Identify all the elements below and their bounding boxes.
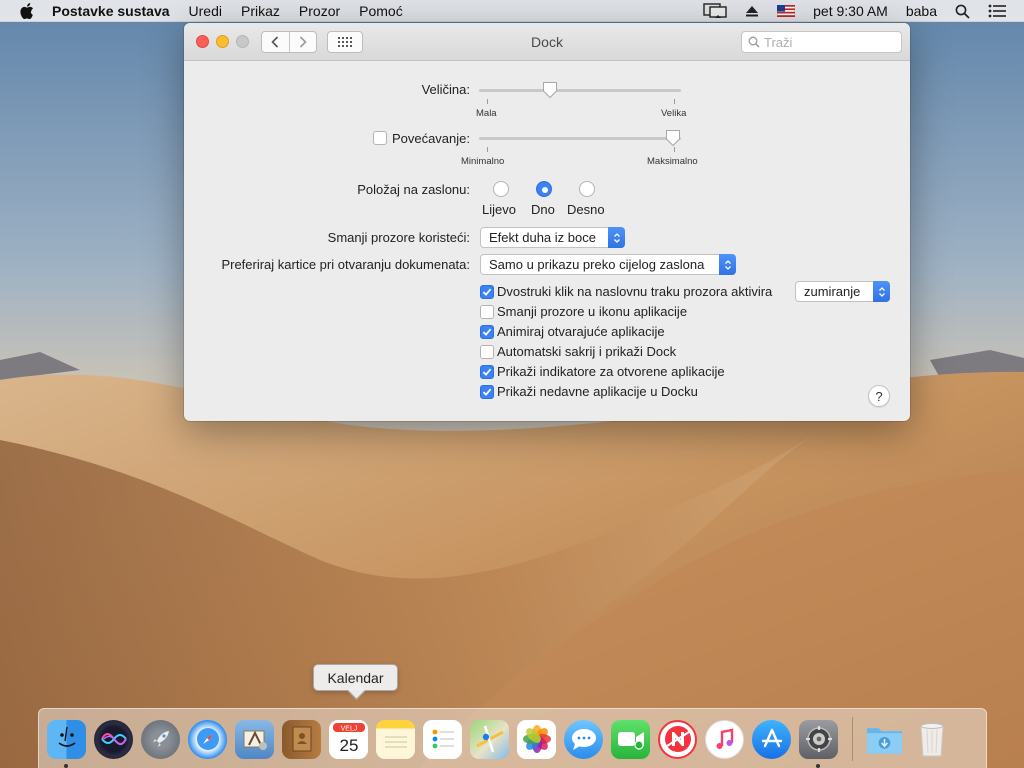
- mail-icon[interactable]: [235, 719, 274, 759]
- option-label: Dvostruki klik na naslovnu traku prozora…: [497, 284, 773, 299]
- size-label: Veličina:: [421, 82, 470, 97]
- option-checkbox[interactable]: [480, 365, 494, 379]
- option-label: Smanji prozore u ikonu aplikacije: [497, 304, 688, 319]
- checkmark-icon: [482, 388, 492, 396]
- help-button[interactable]: ?: [868, 385, 890, 407]
- menu-help[interactable]: Pomoć: [359, 3, 403, 19]
- magnification-max-label: Maksimalno: [647, 156, 698, 167]
- notes-icon[interactable]: [376, 719, 415, 759]
- app-store-icon[interactable]: [752, 719, 791, 759]
- magnification-label: Povećavanje:: [391, 131, 470, 146]
- apple-menu-icon[interactable]: [20, 2, 38, 19]
- checkmark-icon: [482, 328, 492, 336]
- position-bottom-label: Dno: [531, 202, 555, 217]
- launchpad-icon[interactable]: [141, 719, 180, 759]
- spotlight-search-icon[interactable]: [955, 4, 970, 19]
- running-indicator: [816, 763, 820, 768]
- search-input[interactable]: [764, 34, 894, 50]
- popup-arrows-icon: [873, 281, 890, 302]
- double-click-action-value: zumiranje: [804, 284, 861, 299]
- position-right-radio[interactable]: [579, 181, 595, 197]
- size-slider-thumb[interactable]: [542, 81, 558, 99]
- siri-icon[interactable]: [94, 719, 133, 759]
- eject-icon[interactable]: [745, 4, 759, 18]
- input-source-flag-icon[interactable]: [777, 5, 796, 17]
- menu-edit[interactable]: Uredi: [189, 3, 222, 19]
- magnification-min-label: Minimalno: [461, 156, 505, 167]
- running-indicator: [64, 763, 68, 768]
- user-name[interactable]: baba: [906, 3, 937, 19]
- popup-arrows-icon: [608, 227, 625, 248]
- prefer-tabs-popup[interactable]: Samo u prikazu preko cijelog zaslona: [480, 254, 736, 275]
- prefer-tabs-value: Samo u prikazu preko cijelog zaslona: [489, 257, 705, 272]
- position-right-label: Desno: [567, 202, 605, 217]
- calendar-month-text: VELJ: [340, 726, 357, 733]
- search-icon: [748, 36, 760, 48]
- option-checkbox[interactable]: [480, 345, 494, 359]
- position-left-label: Lijevo: [482, 202, 516, 217]
- downloads-folder-icon[interactable]: [865, 720, 904, 759]
- position-bottom-radio[interactable]: [536, 181, 552, 197]
- trash-icon[interactable]: [912, 720, 951, 759]
- dock-preferences-window: Dock Veličina: Mala Velika Povećavanje: …: [184, 23, 910, 421]
- option-checkbox[interactable]: [480, 325, 494, 339]
- minimize-effect-value: Efekt duha iz boce: [489, 230, 596, 245]
- airplay-display-icon[interactable]: [703, 3, 727, 19]
- menu-bar: Postavke sustava Uredi Prikaz Prozor Pom…: [0, 0, 1024, 22]
- magnification-tick-max: [674, 147, 675, 152]
- contacts-icon[interactable]: [282, 719, 321, 759]
- window-titlebar[interactable]: Dock: [184, 23, 910, 61]
- system-preferences-icon[interactable]: [799, 719, 838, 768]
- magnification-tick-min: [487, 147, 488, 152]
- messages-icon[interactable]: [564, 719, 603, 759]
- popup-arrows-icon: [719, 254, 736, 275]
- option-checkbox[interactable]: [480, 305, 494, 319]
- size-tick-max: [674, 99, 675, 104]
- size-slider-track[interactable]: [479, 89, 681, 92]
- minimize-effect-label: Smanji prozore koristeći:: [327, 230, 470, 245]
- music-icon[interactable]: [705, 719, 744, 759]
- position-label: Položaj na zaslonu:: [357, 182, 470, 197]
- dock-separator: [852, 717, 853, 761]
- double-click-action-popup[interactable]: zumiranje: [795, 281, 890, 302]
- option-label: Animiraj otvarajuće aplikacije: [497, 324, 665, 339]
- maps-icon[interactable]: [470, 719, 509, 759]
- menu-app-name[interactable]: Postavke sustava: [52, 3, 170, 19]
- size-min-label: Mala: [476, 108, 497, 119]
- checkmark-icon: [482, 288, 492, 296]
- facetime-icon[interactable]: [611, 719, 650, 759]
- option-label: Prikaži indikatore za otvorene aplikacij…: [497, 364, 725, 379]
- position-left-radio[interactable]: [493, 181, 509, 197]
- size-tick-min: [487, 99, 488, 104]
- size-max-label: Velika: [661, 108, 687, 119]
- calendar-icon[interactable]: VELJ 25: [329, 719, 368, 759]
- prefer-tabs-label: Preferiraj kartice pri otvaranju dokumen…: [221, 257, 470, 272]
- search-field[interactable]: [741, 31, 902, 53]
- option-checkbox[interactable]: [480, 385, 494, 399]
- option-checkbox[interactable]: [480, 285, 494, 299]
- option-label: Prikaži nedavne aplikacije u Docku: [497, 384, 698, 399]
- notification-center-icon[interactable]: [988, 4, 1006, 18]
- option-label: Automatski sakrij i prikaži Dock: [497, 344, 677, 359]
- news-icon[interactable]: [658, 719, 697, 759]
- reminders-icon[interactable]: [423, 719, 462, 759]
- dock-tooltip: Kalendar: [313, 664, 398, 691]
- checkmark-icon: [482, 368, 492, 376]
- magnification-slider-track[interactable]: [479, 137, 681, 140]
- menu-window[interactable]: Prozor: [299, 3, 340, 19]
- dock: VELJ 25: [38, 708, 987, 768]
- photos-icon[interactable]: [517, 719, 556, 759]
- minimize-effect-popup[interactable]: Efekt duha iz boce: [480, 227, 625, 248]
- safari-icon[interactable]: [188, 719, 227, 759]
- calendar-day-text: 25: [339, 736, 358, 755]
- finder-icon[interactable]: [47, 719, 86, 768]
- magnification-checkbox[interactable]: [373, 131, 387, 145]
- menu-view[interactable]: Prikaz: [241, 3, 280, 19]
- magnification-slider-thumb[interactable]: [665, 129, 681, 147]
- clock[interactable]: pet 9:30 AM: [813, 3, 888, 19]
